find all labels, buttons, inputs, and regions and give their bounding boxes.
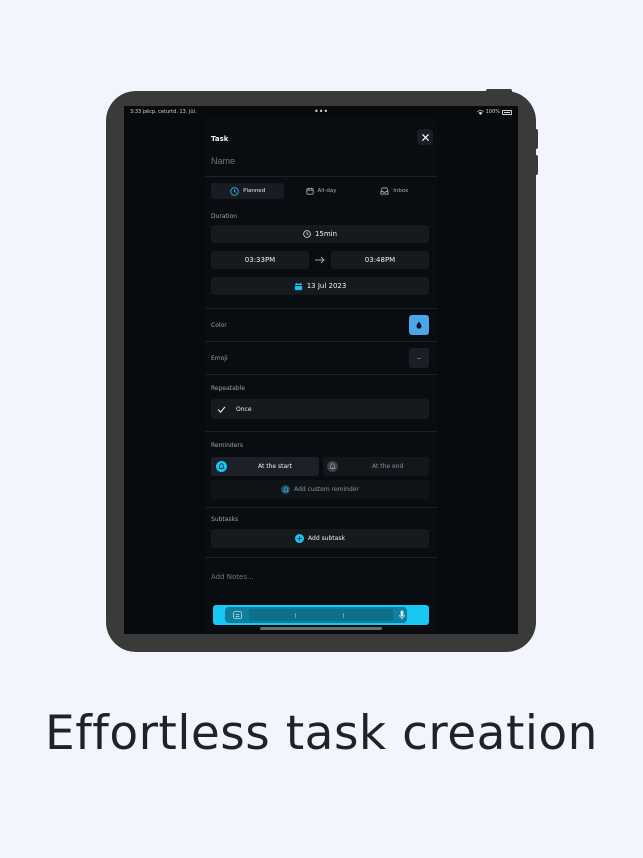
reminder-at-start[interactable]: At the start [211,457,319,476]
calendar-icon [305,187,314,195]
divider [295,613,296,618]
name-input[interactable] [211,156,411,166]
reminder-start-label: At the start [258,463,292,470]
reminder-end-label: At the end [372,463,404,470]
drop-icon [416,321,422,329]
reminder-at-end[interactable]: At the end [323,457,429,476]
task-sheet: Task Planned All-day Inbox Duration 15mi… [205,117,437,634]
divider [205,374,437,375]
start-time: 03:33PM [244,256,276,264]
close-icon [421,133,429,141]
tab-label: Inbox [393,188,409,194]
tab-label: Planned [243,188,266,194]
end-time: 03:48PM [364,256,396,264]
divider [205,176,437,177]
status-bar: 3:33 pēcp. ceturtd. 13. jūl. ••• 100% [124,106,518,117]
headline: Effortless task creation [45,706,598,761]
divider [205,341,437,342]
home-indicator[interactable] [260,627,382,630]
divider [205,431,437,432]
notes-input[interactable]: Add Notes... [211,573,254,581]
tab-inbox[interactable]: Inbox [358,183,431,199]
wifi-icon [476,109,484,115]
task-type-tabs: Planned All-day Inbox [211,183,431,199]
plus-icon: + [295,533,305,543]
clock-icon [230,186,239,196]
tablet-screen: 3:33 pēcp. ceturtd. 13. jūl. ••• 100% Ta… [124,106,518,634]
arrow-right-icon [315,256,325,264]
duration-value: 15min [314,230,338,238]
repeat-option-once[interactable]: Once [211,399,429,419]
divider [205,507,437,508]
end-time-field[interactable]: 03:48PM [331,251,429,269]
close-button[interactable] [417,129,433,145]
battery-icon [502,109,512,115]
add-custom-reminder-label: Add custom reminder [294,486,359,493]
multitask-dots[interactable]: ••• [314,107,328,116]
add-subtask-label: Add subtask [308,535,345,542]
battery-percent: 100% [485,109,500,115]
color-picker-button[interactable] [409,315,429,335]
inbox-icon [380,187,389,195]
dictation-inner [225,607,407,623]
add-subtask-button[interactable]: + Add subtask [211,529,429,548]
clock-icon [303,230,311,238]
add-custom-reminder-button[interactable]: Add custom reminder [211,480,429,499]
duration-field[interactable]: 15min [211,225,429,243]
divider [343,613,344,618]
start-time-field[interactable]: 03:33PM [211,251,309,269]
tab-planned[interactable]: Planned [211,183,285,199]
bell-icon [216,461,227,472]
tab-all-day[interactable]: All-day [284,183,357,199]
calendar-icon [294,282,302,290]
emoji-label: Emoji [211,355,228,362]
emoji-picker-button[interactable]: – [409,348,429,368]
subtasks-label: Subtasks [211,516,239,523]
repeat-option-label: Once [236,405,252,413]
divider [205,308,437,309]
divider [205,557,437,558]
keyboard-icon[interactable] [233,611,242,619]
bell-icon [281,485,291,494]
status-time: 3:33 pēcp. ceturtd. 13. jūl. [130,109,197,115]
microphone-icon[interactable] [399,610,405,620]
bell-icon [327,461,338,472]
duration-label: Duration [211,213,238,220]
date-field[interactable]: 13 Jul 2023 [211,277,429,295]
checkmark-icon [217,406,226,413]
dictation-bar[interactable] [213,605,429,625]
date-value: 13 Jul 2023 [306,282,347,290]
reminders-label: Reminders [211,442,243,449]
repeatable-label: Repeatable [211,385,245,392]
input-track [249,609,393,621]
color-label: Color [211,322,227,329]
status-right: 100% [476,109,512,115]
sheet-title: Task [211,135,229,143]
tab-label: All-day [317,188,337,194]
